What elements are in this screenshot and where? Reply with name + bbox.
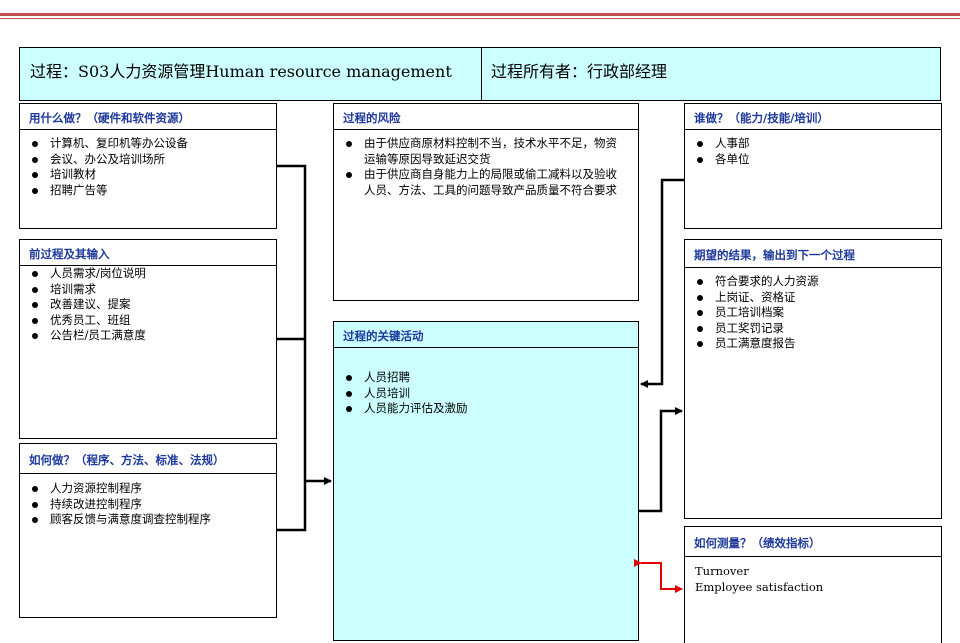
connector-measure xyxy=(634,559,683,593)
connector-how xyxy=(277,481,307,532)
connector-lines xyxy=(277,164,684,593)
connector-outputs xyxy=(639,407,683,513)
connector-resources xyxy=(277,164,307,481)
connector-who xyxy=(640,178,684,388)
